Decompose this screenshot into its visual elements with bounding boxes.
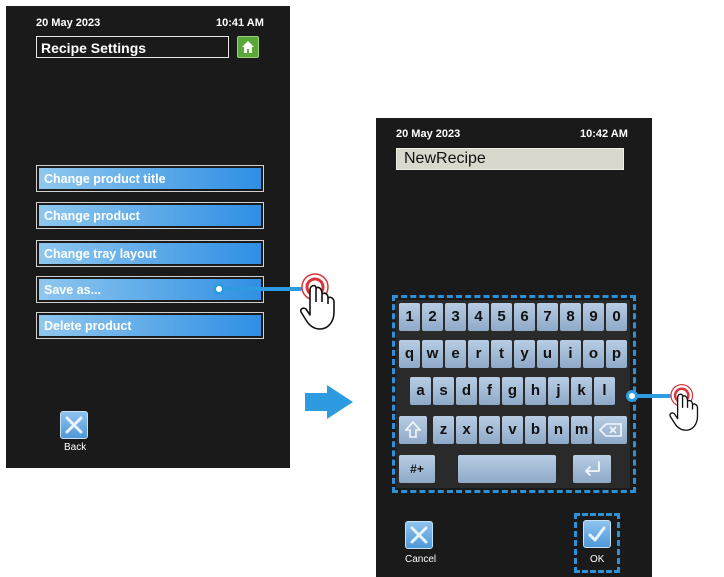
back-label: Back (64, 442, 87, 453)
keyboard-highlight-frame (392, 295, 636, 493)
change-product-title-button[interactable]: Change product title (36, 165, 264, 192)
change-tray-layout-button[interactable]: Change tray layout (36, 240, 264, 267)
time-label: 10:41 AM (216, 17, 264, 29)
transition-arrow (305, 393, 327, 411)
back-button[interactable] (60, 411, 88, 439)
callout-line (222, 287, 302, 291)
recipe-name-input[interactable]: NewRecipe (396, 148, 624, 170)
menu-item-label: Delete product (39, 315, 261, 336)
pointing-hand-icon (669, 384, 699, 431)
pointing-hand-icon (300, 273, 335, 330)
cancel-label: Cancel (405, 554, 437, 565)
page-title: Recipe Settings (36, 36, 229, 58)
ok-highlight-frame (574, 513, 620, 573)
recipe-settings-screen: 20 May 2023 10:41 AM Recipe Settings Cha… (6, 6, 290, 468)
home-icon (242, 41, 254, 53)
change-product-button[interactable]: Change product (36, 202, 264, 229)
transition-arrow-head (327, 385, 353, 419)
date-label: 20 May 2023 (396, 128, 461, 140)
keyboard-entry-screen: 20 May 2023 10:42 AM NewRecipe 1 2 3 4 5… (376, 118, 652, 577)
menu-item-label: Change product title (39, 168, 261, 189)
date-label: 20 May 2023 (36, 17, 101, 29)
cancel-button[interactable] (405, 521, 433, 549)
home-button[interactable] (237, 36, 259, 58)
menu-item-label: Change tray layout (39, 243, 261, 264)
menu-item-label: Change product (39, 205, 261, 226)
close-x-icon (65, 416, 83, 434)
delete-product-button[interactable]: Delete product (36, 312, 264, 339)
time-label: 10:42 AM (580, 128, 628, 140)
close-x-icon (410, 526, 428, 544)
